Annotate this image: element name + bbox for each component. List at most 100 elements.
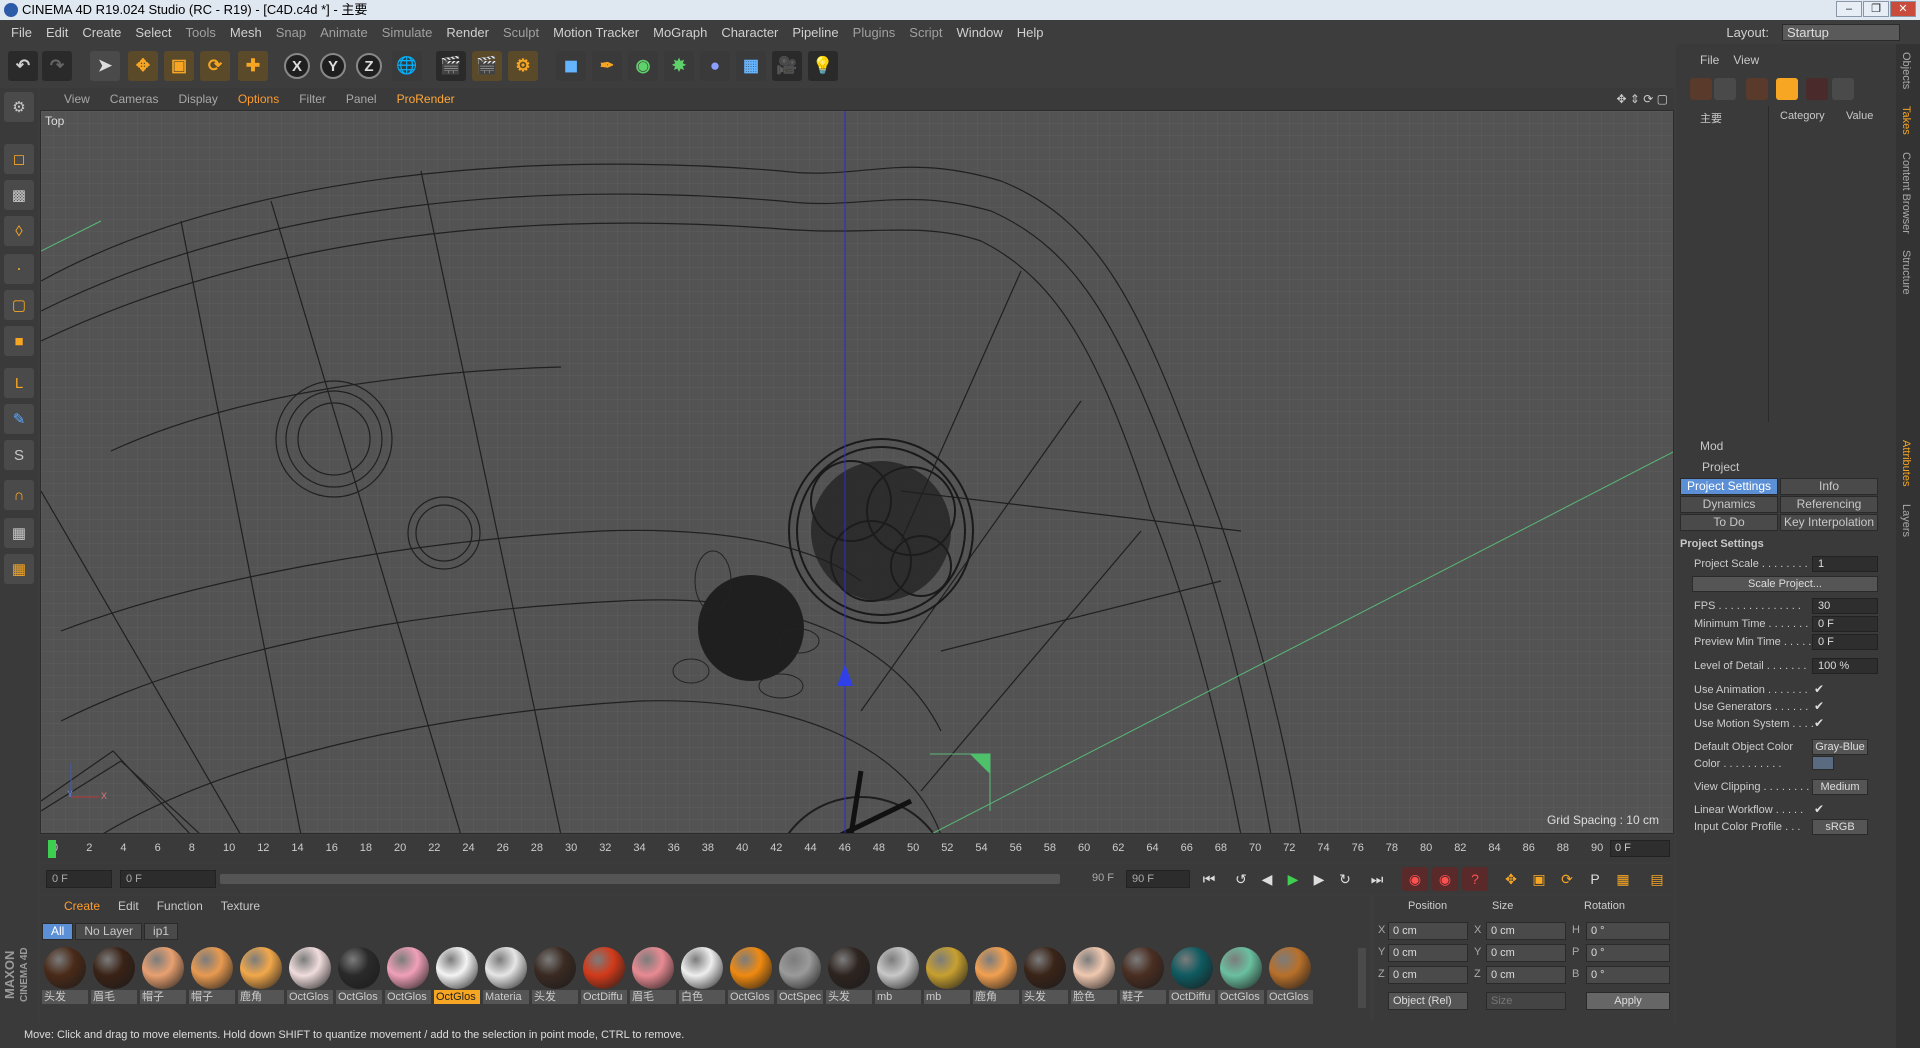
viewport-menu-view[interactable]: View [64,92,90,106]
material-item[interactable]: OctGlos [385,946,431,1008]
preview-min-time-field[interactable]: 0 F [1812,634,1878,650]
take-main-label[interactable]: 主要 [1700,110,1722,126]
input-color-profile-dropdown[interactable]: sRGB [1812,819,1868,835]
autokey-icon[interactable]: ◉ [1432,867,1458,891]
size-mode-dropdown[interactable]: Size [1486,992,1566,1010]
keyframe-selection-icon[interactable]: ? [1462,867,1488,891]
vtab-attributes[interactable]: Attributes [1900,440,1912,486]
fps-field[interactable]: 30 [1812,598,1878,614]
material-item[interactable]: Materia [483,946,529,1008]
material-item[interactable]: 眉毛 [630,946,676,1008]
minimum-time-field[interactable]: 0 F [1812,616,1878,632]
edges-mode-icon[interactable]: ▢ [4,290,34,320]
minimize-button[interactable]: – [1836,1,1862,17]
key-pla-icon[interactable]: ▦ [1610,867,1636,891]
vtab-structure[interactable]: Structure [1900,250,1912,295]
rotation-b-field[interactable]: 0 ° [1586,966,1670,984]
model-mode-icon[interactable]: ◻ [4,144,34,174]
menu-window[interactable]: Window [950,25,1010,40]
solo-mode-icon[interactable]: S [4,440,34,470]
rotation-p-field[interactable]: 0 ° [1586,944,1670,962]
material-item[interactable]: OctGlos [728,946,774,1008]
material-item[interactable]: 头发 [532,946,578,1008]
3d-viewport[interactable]: Top Y X Grid Spacing : 10 cm [40,110,1674,834]
menu-select[interactable]: Select [128,25,178,40]
prev-frame-icon[interactable]: ◀ [1254,867,1280,891]
texture-mode-icon[interactable]: ▩ [4,180,34,210]
menu-render[interactable]: Render [439,25,496,40]
viewport-menu-prorender[interactable]: ProRender [397,92,455,106]
material-menu-edit[interactable]: Edit [118,899,139,913]
light-icon[interactable]: 💡 [808,51,838,81]
cube-object-icon[interactable]: ◼ [556,51,586,81]
material-scrollbar[interactable] [1358,948,1366,1008]
tab-referencing[interactable]: Referencing [1780,496,1878,513]
material-item[interactable]: 白色 [679,946,725,1008]
redo-icon[interactable]: ↷ [42,51,72,81]
size-y-field[interactable]: 0 cm [1486,944,1566,962]
menu-simulate[interactable]: Simulate [375,25,440,40]
restore-button[interactable]: ❐ [1863,1,1889,17]
layout-selector[interactable]: Layout: Startup [1719,23,1900,41]
objects-menu-file[interactable]: File [1700,53,1719,67]
material-item[interactable]: mb [875,946,921,1008]
range-end-field[interactable]: 90 F [1060,870,1120,888]
timeline-window-icon[interactable]: ▤ [1644,867,1670,891]
timeline-ruler[interactable]: 0246810121416182022242628303234363840424… [40,836,1674,862]
snapping-icon[interactable]: ∩ [4,480,34,510]
vtab-layers[interactable]: Layers [1900,504,1912,537]
key-parameter-icon[interactable]: P [1582,867,1608,891]
menu-character[interactable]: Character [714,25,785,40]
material-item[interactable]: 鹿角 [973,946,1019,1008]
level-of-detail-field[interactable]: 100 % [1812,658,1878,674]
material-tab-all[interactable]: All [42,923,74,940]
rotate-tool-icon[interactable]: ⟳ [200,51,230,81]
camera-icon[interactable]: 🎥 [772,51,802,81]
menu-motion-tracker[interactable]: Motion Tracker [546,25,646,40]
material-item[interactable]: 帽子 [189,946,235,1008]
close-button[interactable]: ✕ [1890,1,1916,17]
vtab-takes[interactable]: Takes [1900,106,1912,135]
vtab-objects[interactable]: Objects [1900,52,1912,89]
layout-dropdown[interactable]: Startup [1782,23,1900,41]
render-take-icon[interactable] [1806,78,1828,100]
position-x-field[interactable]: 0 cm [1388,922,1468,940]
move-tool-icon[interactable]: ✥ [128,51,158,81]
menu-create[interactable]: Create [75,25,128,40]
next-key-icon[interactable]: ↻ [1332,867,1358,891]
range-slider[interactable] [220,874,1060,884]
prev-key-icon[interactable]: ↺ [1228,867,1254,891]
material-tab-no-layer[interactable]: No Layer [75,923,143,940]
default-object-color-dropdown[interactable]: Gray-Blue [1812,739,1868,755]
material-tab-ip1[interactable]: ip1 [144,923,179,940]
menu-help[interactable]: Help [1010,25,1051,40]
scale-tool-icon[interactable]: ▣ [164,51,194,81]
goto-start-icon[interactable]: ⏮ [1196,867,1222,891]
render-view-icon[interactable]: 🎬 [436,51,466,81]
objects-menu-view[interactable]: View [1733,53,1759,67]
material-item[interactable]: OctGlos [336,946,382,1008]
deformer-icon[interactable]: ● [700,51,730,81]
vtab-content-browser[interactable]: Content Browser [1900,152,1912,234]
viewport-navigation-icons[interactable]: ✥ ⇕ ⟳ ▢ [1616,92,1668,106]
next-frame-icon[interactable]: ▶ [1306,867,1332,891]
menu-tools[interactable]: Tools [179,25,223,40]
menu-mesh[interactable]: Mesh [223,25,269,40]
project-scale-field[interactable]: 1 [1812,556,1878,572]
position-y-field[interactable]: 0 cm [1388,944,1468,962]
y-axis-lock[interactable]: Y [320,53,346,79]
material-item[interactable]: 鞋子 [1120,946,1166,1008]
material-menu-texture[interactable]: Texture [221,899,260,913]
material-menu-create[interactable]: Create [64,899,100,913]
points-mode-icon[interactable]: ⋅ [4,254,34,284]
size-x-field[interactable]: 0 cm [1486,922,1566,940]
viewport-menu-filter[interactable]: Filter [299,92,326,106]
material-item[interactable]: OctGlos [434,946,480,1008]
coordinate-system-icon[interactable]: 🌐 [392,51,422,81]
tab-info[interactable]: Info [1780,478,1878,495]
material-item[interactable]: OctDiffu [581,946,627,1008]
render-picture-viewer-icon[interactable]: 🎬 [472,51,502,81]
subdivision-icon[interactable]: ◉ [628,51,658,81]
override-icon[interactable] [1714,78,1736,100]
material-item[interactable]: 头发 [42,946,88,1008]
